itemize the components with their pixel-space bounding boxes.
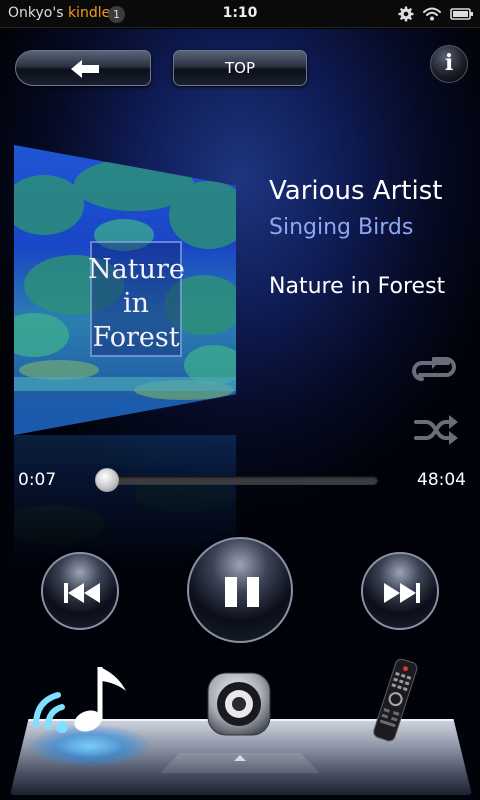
album-cover: Nature in Forest bbox=[14, 145, 236, 435]
top-button[interactable]: TOP bbox=[173, 50, 307, 86]
arrow-left-icon bbox=[71, 60, 99, 78]
battery-icon bbox=[450, 8, 473, 20]
back-button[interactable] bbox=[15, 50, 151, 86]
chevron-up-icon bbox=[234, 755, 246, 761]
dock-remote-button[interactable] bbox=[372, 657, 418, 749]
album-art-title: Nature in Forest bbox=[88, 253, 185, 355]
repeat-button[interactable] bbox=[410, 357, 458, 385]
album-name: Singing Birds bbox=[269, 215, 414, 240]
progress-thumb[interactable] bbox=[94, 468, 119, 492]
next-track-button[interactable] bbox=[361, 552, 439, 630]
album-art-title-line: Forest bbox=[92, 322, 180, 353]
album-art[interactable]: Nature in Forest bbox=[14, 145, 236, 565]
progress-bar[interactable] bbox=[100, 476, 378, 485]
track-title: Nature in Forest bbox=[269, 274, 446, 299]
remote-control-icon bbox=[373, 658, 418, 742]
repeat-icon bbox=[412, 357, 456, 381]
previous-track-icon bbox=[64, 583, 100, 603]
dock-speaker-button[interactable] bbox=[204, 669, 274, 743]
status-bar: Onkyo's kindle 1 1:10 bbox=[0, 0, 480, 28]
music-icon bbox=[33, 667, 126, 733]
player-screen: TOP i Nature in Forest Various Artist Si… bbox=[0, 29, 480, 800]
artist-name: Various Artist bbox=[269, 176, 443, 206]
info-icon: i bbox=[444, 50, 454, 76]
elapsed-time: 0:07 bbox=[18, 470, 57, 490]
status-icons bbox=[398, 4, 474, 24]
pause-icon bbox=[225, 577, 259, 607]
album-art-title-line: in bbox=[122, 288, 150, 319]
shuffle-icon bbox=[414, 415, 458, 445]
settings-icon bbox=[398, 6, 414, 22]
shuffle-button[interactable] bbox=[414, 415, 460, 449]
dock-handle[interactable] bbox=[160, 753, 320, 773]
info-button[interactable]: i bbox=[430, 45, 468, 83]
play-pause-button[interactable] bbox=[187, 537, 293, 643]
speaker-icon bbox=[207, 672, 271, 736]
previous-track-button[interactable] bbox=[41, 552, 119, 630]
next-track-icon bbox=[384, 583, 420, 603]
total-duration: 48:04 bbox=[417, 470, 466, 490]
dock-music-button[interactable] bbox=[30, 661, 140, 745]
album-art-title-line: Nature bbox=[88, 254, 185, 285]
wifi-icon bbox=[423, 7, 441, 21]
